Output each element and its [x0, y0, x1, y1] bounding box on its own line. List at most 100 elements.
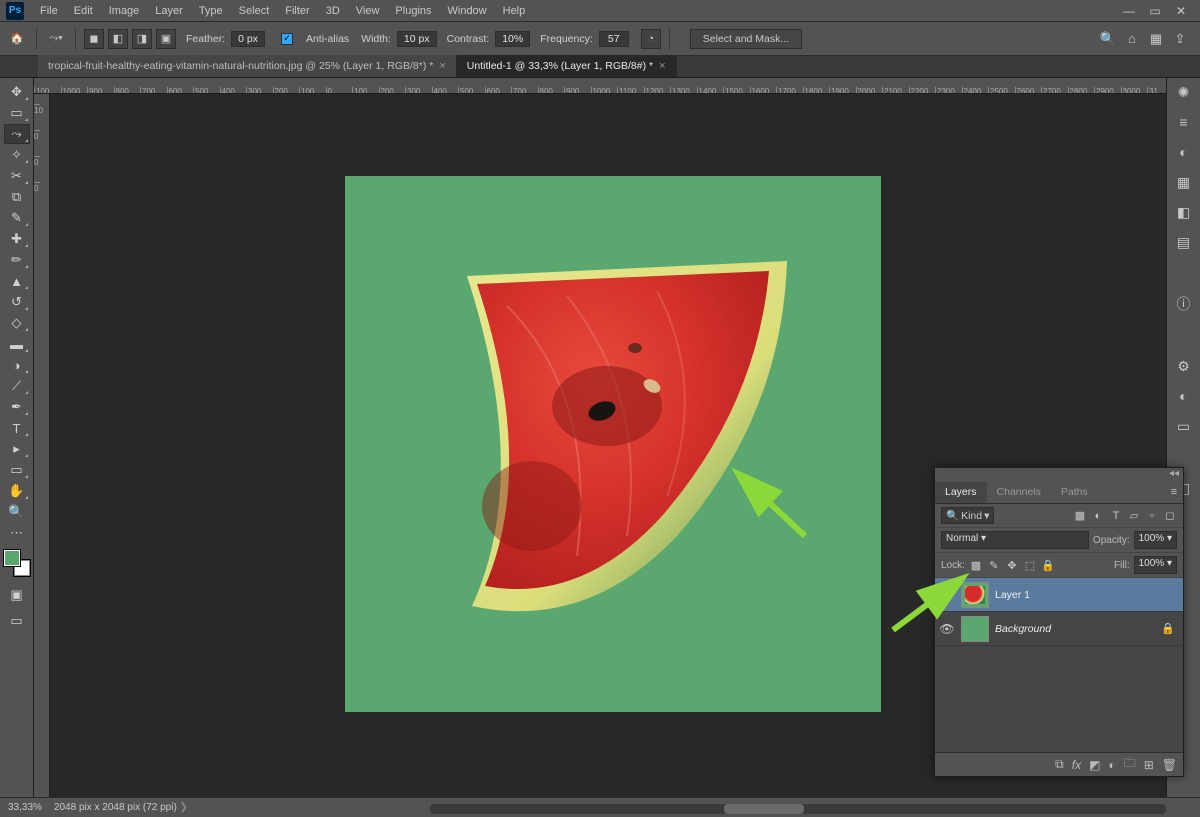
layer-item-layer1[interactable]: 👁 Layer 1: [935, 578, 1183, 612]
visibility-icon[interactable]: 👁: [939, 588, 955, 602]
brush-tool[interactable]: ✏: [4, 250, 30, 270]
type-tool[interactable]: T: [4, 418, 30, 438]
zoom-tool[interactable]: 🔍: [4, 502, 30, 522]
shape-tool[interactable]: ▭: [4, 460, 30, 480]
blend-mode-select[interactable]: Normal ▾: [941, 531, 1089, 549]
lasso-tool[interactable]: ⤳: [4, 124, 30, 144]
layers-panel[interactable]: ◂◂ Layers Channels Paths ≡ 🔍 Kind ▾ ▩ ◐ …: [934, 467, 1184, 777]
pen-tool[interactable]: ✒: [4, 397, 30, 417]
filter-type-icon[interactable]: T: [1109, 509, 1123, 523]
gradient-tool[interactable]: ▬: [4, 334, 30, 354]
vertical-ruler[interactable]: 10000: [34, 94, 50, 797]
filter-pixel-icon[interactable]: ▩: [1073, 509, 1087, 523]
layer-name[interactable]: Background: [995, 623, 1051, 635]
selection-intersect-icon[interactable]: ▣: [156, 29, 176, 49]
search-icon[interactable]: 🔍: [1100, 31, 1116, 47]
home-icon[interactable]: 🏠: [6, 28, 28, 50]
window-minimize[interactable]: —: [1118, 3, 1140, 19]
selection-subtract-icon[interactable]: ◨: [132, 29, 152, 49]
antialias-checkbox[interactable]: ✓: [281, 33, 293, 45]
lock-image-icon[interactable]: ✎: [987, 558, 1001, 572]
eyedropper-tool[interactable]: ✎: [4, 208, 30, 228]
fill-input[interactable]: 100% ▾: [1134, 556, 1177, 574]
healing-tool[interactable]: ✚: [4, 229, 30, 249]
lock-artboard-icon[interactable]: ⬚: [1023, 558, 1037, 572]
move-tool[interactable]: ✥: [4, 82, 30, 102]
layer-thumbnail[interactable]: [961, 616, 989, 642]
adjustments2-icon[interactable]: ◐: [1174, 386, 1194, 406]
dodge-tool[interactable]: ⟋: [4, 376, 30, 396]
zoom-level[interactable]: 33,33%: [8, 802, 42, 813]
layer-thumbnail[interactable]: [961, 582, 989, 608]
menu-window[interactable]: Window: [440, 2, 495, 20]
new-layer-icon[interactable]: ⊞: [1144, 758, 1154, 772]
color-swatches[interactable]: [4, 550, 30, 576]
feather-input[interactable]: 0 px: [231, 31, 265, 47]
eraser-tool[interactable]: ◇: [4, 313, 30, 333]
horizontal-scrollbar[interactable]: [430, 804, 1166, 814]
pen-pressure-icon[interactable]: ◔: [641, 29, 661, 49]
delete-layer-icon[interactable]: 🗑: [1162, 758, 1177, 772]
layer-fx-icon[interactable]: fx: [1072, 758, 1081, 772]
color-wheel-icon[interactable]: ✺: [1174, 82, 1194, 102]
horizontal-ruler[interactable]: 1001000900800700600500400300200100010020…: [34, 78, 1166, 94]
lock-position-icon[interactable]: ✥: [1005, 558, 1019, 572]
tab-layers[interactable]: Layers: [935, 482, 987, 503]
menu-type[interactable]: Type: [191, 2, 231, 20]
tab-channels[interactable]: Channels: [987, 482, 1051, 503]
menu-plugins[interactable]: Plugins: [387, 2, 439, 20]
tab-paths[interactable]: Paths: [1051, 482, 1098, 503]
window-maximize[interactable]: ▭: [1144, 3, 1166, 19]
filter-toggle-icon[interactable]: ◻: [1163, 509, 1177, 523]
menu-file[interactable]: File: [32, 2, 66, 20]
adjustment-layer-icon[interactable]: ◐: [1108, 758, 1115, 772]
libraries-icon[interactable]: ▭: [1174, 416, 1194, 436]
selection-add-icon[interactable]: ◧: [108, 29, 128, 49]
share-icon[interactable]: ⇪: [1172, 31, 1188, 47]
lock-all-icon[interactable]: 🔒: [1041, 558, 1055, 572]
scrollbar-thumb[interactable]: [724, 804, 804, 814]
opacity-input[interactable]: 100% ▾: [1134, 531, 1177, 549]
window-close[interactable]: ✕: [1170, 3, 1192, 19]
gradients-icon[interactable]: ◐: [1174, 142, 1194, 162]
menu-image[interactable]: Image: [101, 2, 148, 20]
styles-icon[interactable]: ▤: [1174, 232, 1194, 252]
layer-item-background[interactable]: 👁 Background 🔒: [935, 612, 1183, 646]
workspace-icon[interactable]: ▦: [1148, 31, 1164, 47]
tab-document-1[interactable]: tropical-fruit-healthy-eating-vitamin-na…: [38, 55, 457, 77]
panel-menu-icon[interactable]: ≡: [1165, 482, 1183, 503]
artboard[interactable]: [345, 176, 881, 712]
menu-3d[interactable]: 3D: [318, 2, 348, 20]
doc-info[interactable]: 2048 pix x 2048 pix (72 ppi): [54, 802, 188, 813]
foreground-color-swatch[interactable]: [4, 550, 20, 566]
patterns-icon[interactable]: ▦: [1174, 172, 1194, 192]
adjustments-icon[interactable]: ◧: [1174, 202, 1194, 222]
blur-tool[interactable]: ◑: [4, 355, 30, 375]
crop-tool[interactable]: ✂: [4, 166, 30, 186]
menu-edit[interactable]: Edit: [66, 2, 101, 20]
close-icon[interactable]: ×: [659, 60, 665, 72]
swatches-icon[interactable]: ≡: [1174, 112, 1194, 132]
menu-select[interactable]: Select: [231, 2, 278, 20]
quickmask-icon[interactable]: ▣: [4, 585, 30, 605]
magic-wand-tool[interactable]: ✧: [4, 145, 30, 165]
group-icon[interactable]: 🗀: [1124, 754, 1136, 775]
contrast-input[interactable]: 10%: [495, 31, 530, 47]
menu-help[interactable]: Help: [495, 2, 534, 20]
menu-layer[interactable]: Layer: [147, 2, 191, 20]
close-icon[interactable]: ×: [439, 60, 445, 72]
layer-name[interactable]: Layer 1: [995, 589, 1030, 601]
layer-mask-icon[interactable]: ◩: [1089, 758, 1100, 772]
select-and-mask-button[interactable]: Select and Mask...: [690, 29, 802, 49]
link-layers-icon[interactable]: ⧉: [1055, 757, 1064, 772]
filter-shape-icon[interactable]: ▱: [1127, 509, 1141, 523]
selection-new-icon[interactable]: ◼: [84, 29, 104, 49]
clone-tool[interactable]: ▲: [4, 271, 30, 291]
marquee-tool[interactable]: ▭: [4, 103, 30, 123]
lock-transparent-icon[interactable]: ▩: [969, 558, 983, 572]
current-tool-icon[interactable]: ⤳▾: [45, 28, 67, 50]
filter-smart-icon[interactable]: ▫: [1145, 509, 1159, 523]
menu-filter[interactable]: Filter: [277, 2, 317, 20]
filter-adjust-icon[interactable]: ◐: [1091, 509, 1105, 523]
frame-tool[interactable]: ⧉: [4, 187, 30, 207]
